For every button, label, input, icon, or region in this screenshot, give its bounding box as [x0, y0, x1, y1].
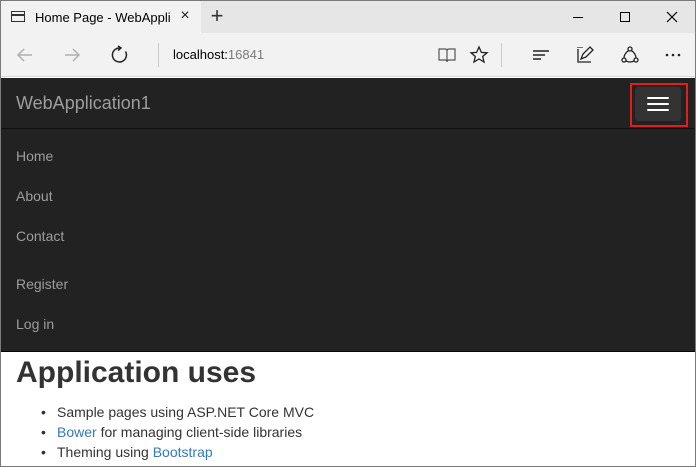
hub-button[interactable]	[529, 43, 553, 67]
navbar-bottom-border	[1, 351, 695, 352]
refresh-icon	[111, 45, 128, 63]
more-icon	[665, 53, 681, 57]
share-icon	[621, 46, 639, 63]
reading-view-icon	[438, 48, 456, 63]
forward-icon	[65, 48, 81, 62]
nav-link-register[interactable]: Register	[16, 276, 68, 292]
nav-link-home[interactable]: Home	[16, 148, 53, 164]
back-button[interactable]	[13, 43, 37, 67]
address-host: localhost:	[173, 47, 228, 62]
bootstrap-link[interactable]: Bootstrap	[153, 444, 213, 460]
minimize-button[interactable]	[555, 1, 601, 33]
nav-link-contact[interactable]: Contact	[16, 228, 64, 244]
browser-window: Home Page - WebApplic × + localhost:1684…	[0, 0, 696, 467]
site-brand-link[interactable]: WebApplication1	[16, 93, 151, 114]
reading-view-button[interactable]	[435, 43, 459, 67]
nav-link-login[interactable]: Log in	[16, 316, 54, 332]
back-icon	[16, 48, 32, 62]
bower-link[interactable]: Bower	[57, 424, 97, 440]
hub-icon	[533, 50, 549, 60]
tab-page-icon	[11, 11, 25, 22]
site-navbar: WebApplication1 Home About Contact Regis…	[1, 78, 695, 352]
hamburger-menu-icon	[647, 103, 669, 105]
web-note-button[interactable]	[573, 43, 597, 67]
tab-strip: Home Page - WebApplic × +	[1, 1, 695, 33]
hamburger-menu-icon	[647, 97, 669, 99]
close-icon	[666, 11, 678, 23]
list-item: Sample pages using ASP.NET Core MVC	[41, 402, 314, 422]
section-heading: Application uses	[16, 356, 257, 389]
list-item: Theming using Bootstrap	[41, 442, 314, 462]
more-button[interactable]	[661, 43, 685, 67]
list-item: Bower for managing client-side libraries	[41, 422, 314, 442]
hamburger-menu-icon	[647, 109, 669, 111]
address-port: 16841	[227, 47, 265, 62]
favorites-button[interactable]	[467, 43, 491, 67]
tab-close-icon[interactable]: ×	[177, 8, 193, 24]
minimize-icon	[573, 16, 583, 18]
page-viewport: WebApplication1 Home About Contact Regis…	[1, 78, 695, 466]
refresh-button[interactable]	[108, 43, 132, 67]
maximize-button[interactable]	[602, 1, 648, 33]
navbar-toggle-button[interactable]	[635, 87, 681, 121]
favorites-star-icon	[469, 45, 489, 64]
list-item-text: Sample pages using ASP.NET Core MVC	[57, 404, 315, 420]
web-note-icon	[577, 46, 594, 63]
maximize-icon	[620, 12, 630, 22]
navbar-divider	[1, 128, 695, 129]
toolbar-separator	[501, 43, 502, 67]
browser-tab[interactable]: Home Page - WebApplic ×	[1, 1, 201, 33]
tab-title: Home Page - WebApplic	[35, 10, 170, 25]
new-tab-button[interactable]: +	[207, 5, 227, 27]
share-button[interactable]	[618, 43, 642, 67]
uses-list: Sample pages using ASP.NET Core MVC Bowe…	[41, 402, 314, 462]
nav-link-about[interactable]: About	[16, 188, 53, 204]
address-separator	[158, 43, 159, 67]
list-item-text: for managing client-side libraries	[96, 424, 303, 440]
address-field[interactable]: localhost:16841	[173, 47, 264, 62]
close-window-button[interactable]	[649, 1, 695, 33]
address-bar-row: localhost:16841	[1, 33, 695, 77]
forward-button[interactable]	[60, 43, 84, 67]
list-item-text: Theming using	[57, 444, 153, 460]
